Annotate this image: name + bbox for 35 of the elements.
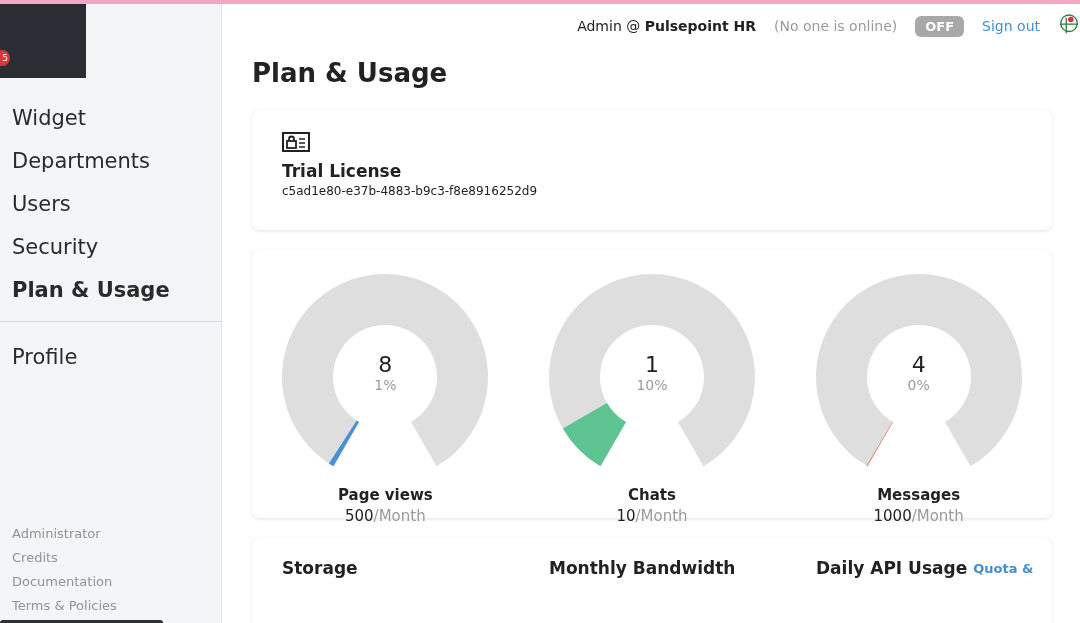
gauge-value: 8 <box>378 352 393 377</box>
footer-link[interactable]: Administrator <box>12 525 221 543</box>
notification-badge: 5 <box>0 50 10 66</box>
sidebar-item[interactable]: Widget <box>12 103 221 133</box>
gauge-label: Messages <box>877 486 961 504</box>
section-heading: Monthly Bandwidth <box>549 558 737 578</box>
sidebar-item[interactable]: Users <box>12 189 221 219</box>
sidebar-item[interactable]: Departments <box>12 146 221 176</box>
id-card-icon <box>282 132 310 152</box>
gauge-limit: 1000/Month <box>873 507 964 525</box>
page-title: Plan & Usage <box>252 58 449 88</box>
gauge-limit: 500/Month <box>344 507 426 525</box>
gauge-label: Page views <box>337 486 433 504</box>
gauge-value: 4 <box>911 352 926 377</box>
gauge-percent: 0% <box>907 377 930 393</box>
license-title: Trial License <box>282 161 402 181</box>
license-key: c5ad1e80-e37b-4883-b9c3-f8e8916252d9 <box>282 184 538 198</box>
section-heading: Daily API Usage <box>816 558 968 578</box>
footer-link[interactable]: Documentation <box>12 573 221 591</box>
online-status: (No one is online) <box>774 18 898 34</box>
online-toggle[interactable]: OFF <box>915 15 965 37</box>
sign-out-link[interactable]: Sign out <box>982 18 1040 34</box>
gauge-label: Chats <box>628 486 676 504</box>
sidebar-item[interactable]: Profile <box>12 342 221 372</box>
gauge-value: 1 <box>645 352 659 377</box>
gauge-limit: 10/Month <box>616 507 688 525</box>
gauge-percent: 10% <box>636 377 668 393</box>
footer-link[interactable]: Credits <box>12 549 221 567</box>
sidebar-item[interactable]: Plan & Usage <box>12 275 221 305</box>
footer-link[interactable]: Terms & Policies <box>12 597 221 615</box>
account-name: Admin @ Pulsepoint HR <box>577 18 756 34</box>
gauge-percent: 1% <box>374 377 397 393</box>
section-heading: Storage <box>282 558 359 578</box>
quota-link[interactable]: Quota & <box>973 561 1034 576</box>
sidebar-item[interactable]: Security <box>12 232 221 262</box>
